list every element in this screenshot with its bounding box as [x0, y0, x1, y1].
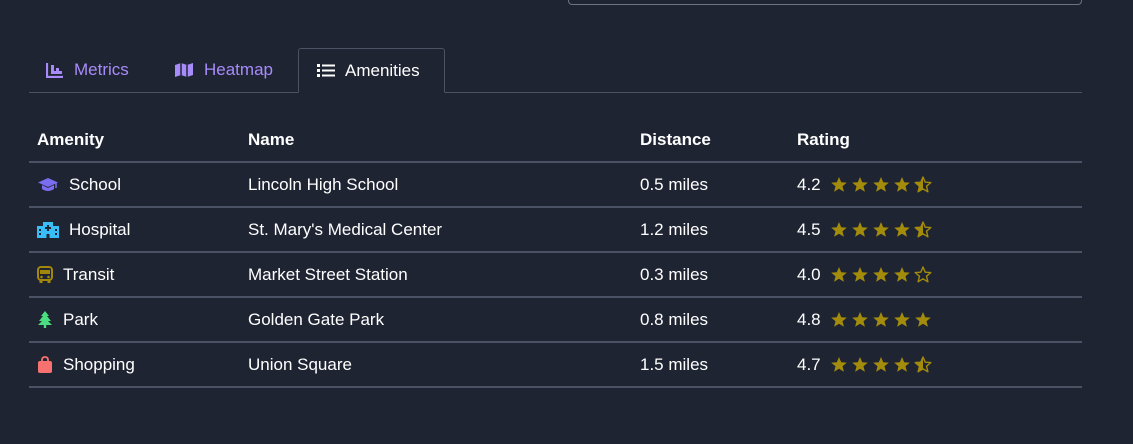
star-full-icon: [893, 311, 911, 328]
rating-value: 4.5: [797, 219, 821, 239]
amenity-label: Hospital: [69, 219, 131, 239]
cell-distance: 1.2 miles: [632, 207, 789, 253]
star-full-icon: [830, 176, 848, 193]
rating-value: 4.2: [797, 174, 821, 194]
star-full-icon: [830, 266, 848, 283]
star-full-icon: [914, 311, 932, 328]
cell-distance: 0.3 miles: [632, 252, 789, 298]
star-rating: [830, 221, 932, 238]
tab-heatmap[interactable]: Heatmap: [174, 48, 273, 92]
table-header-row: Amenity Name Distance Rating: [29, 118, 1082, 163]
star-full-icon: [851, 176, 869, 193]
tab-bar: Metrics Heatmap Amenities: [29, 48, 1082, 93]
graduation-cap-icon: [37, 177, 59, 193]
cell-distance: 1.5 miles: [632, 342, 789, 388]
star-rating: [830, 311, 932, 328]
cell-name: St. Mary's Medical Center: [240, 207, 632, 253]
bar-chart-icon: [46, 62, 64, 78]
amenity-label: School: [69, 174, 121, 194]
star-full-icon: [872, 176, 890, 193]
tree-icon: [37, 311, 53, 328]
star-full-icon: [830, 356, 848, 373]
star-full-icon: [851, 221, 869, 238]
star-rating: [830, 176, 932, 193]
rating-value: 4.8: [797, 309, 821, 329]
cell-rating: 4.8: [789, 297, 1082, 343]
star-rating: [830, 266, 932, 283]
cell-name: Golden Gate Park: [240, 297, 632, 343]
rating-value: 4.0: [797, 264, 821, 284]
star-full-icon: [830, 311, 848, 328]
star-half-icon: [914, 176, 932, 193]
cell-distance: 0.8 miles: [632, 297, 789, 343]
star-full-icon: [872, 221, 890, 238]
star-half-icon: [914, 221, 932, 238]
amenities-table: Amenity Name Distance Rating School Linc…: [29, 118, 1082, 388]
tab-label: Amenities: [345, 60, 420, 80]
star-full-icon: [893, 356, 911, 373]
star-full-icon: [893, 176, 911, 193]
table-row[interactable]: School Lincoln High School 0.5 miles 4.2: [29, 162, 1082, 208]
cell-amenity: Hospital: [29, 207, 240, 253]
star-full-icon: [851, 266, 869, 283]
header-name[interactable]: Name: [240, 118, 632, 163]
star-full-icon: [851, 311, 869, 328]
cell-amenity: School: [29, 162, 240, 208]
cell-rating: 4.2: [789, 162, 1082, 208]
star-full-icon: [893, 266, 911, 283]
cell-rating: 4.7: [789, 342, 1082, 388]
star-rating: [830, 356, 932, 373]
table-row[interactable]: Shopping Union Square 1.5 miles 4.7: [29, 342, 1082, 388]
header-amenity[interactable]: Amenity: [29, 118, 240, 163]
star-full-icon: [830, 221, 848, 238]
bus-icon: [37, 266, 53, 283]
table-row[interactable]: Park Golden Gate Park 0.8 miles 4.8: [29, 297, 1082, 343]
star-full-icon: [872, 356, 890, 373]
rating-value: 4.7: [797, 354, 821, 374]
list-icon: [317, 63, 335, 78]
star-full-icon: [872, 266, 890, 283]
cell-amenity: Shopping: [29, 342, 240, 388]
tab-metrics[interactable]: Metrics: [46, 48, 129, 92]
map-icon: [174, 62, 194, 78]
tab-amenities[interactable]: Amenities: [298, 48, 445, 93]
hospital-icon: [37, 221, 59, 238]
tab-label: Metrics: [74, 60, 129, 79]
star-full-icon: [851, 356, 869, 373]
shopping-bag-icon: [37, 356, 53, 373]
amenity-label: Transit: [63, 264, 115, 284]
table-row[interactable]: Hospital St. Mary's Medical Center 1.2 m…: [29, 207, 1082, 253]
star-full-icon: [893, 221, 911, 238]
tab-label: Heatmap: [204, 60, 273, 79]
cell-amenity: Park: [29, 297, 240, 343]
cell-rating: 4.5: [789, 207, 1082, 253]
table-row[interactable]: Transit Market Street Station 0.3 miles …: [29, 252, 1082, 298]
cell-name: Union Square: [240, 342, 632, 388]
star-full-icon: [872, 311, 890, 328]
cell-rating: 4.0: [789, 252, 1082, 298]
cell-amenity: Transit: [29, 252, 240, 298]
cell-distance: 0.5 miles: [632, 162, 789, 208]
search-input[interactable]: [568, 0, 1082, 5]
cell-name: Market Street Station: [240, 252, 632, 298]
star-empty-icon: [914, 266, 932, 283]
amenity-label: Shopping: [63, 354, 135, 374]
header-distance[interactable]: Distance: [632, 118, 789, 163]
star-half-icon: [914, 356, 932, 373]
amenity-label: Park: [63, 309, 98, 329]
header-rating[interactable]: Rating: [789, 118, 1082, 163]
cell-name: Lincoln High School: [240, 162, 632, 208]
